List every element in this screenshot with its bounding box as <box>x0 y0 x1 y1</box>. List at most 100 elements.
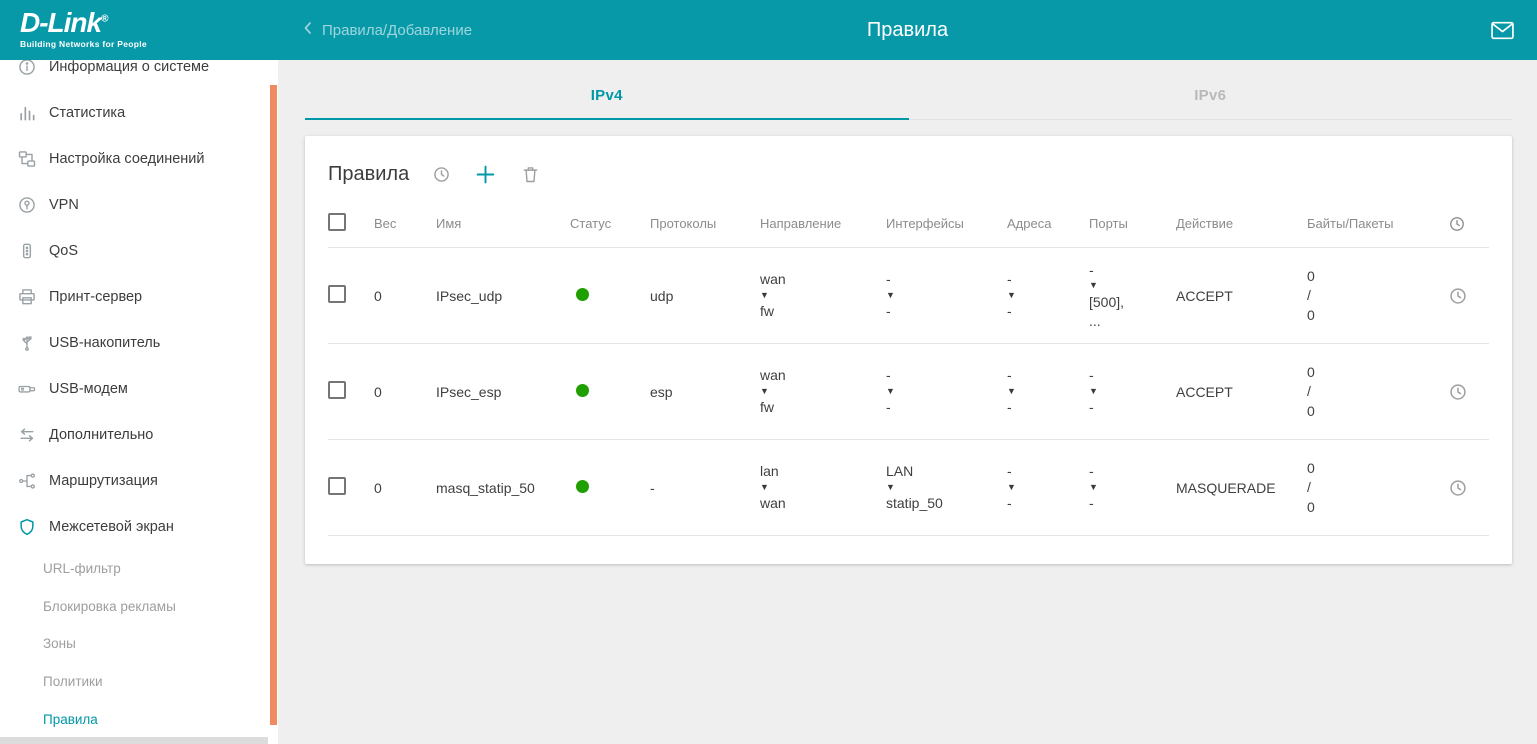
sidebar-subitem-ad-blocking[interactable]: Блокировка рекламы <box>0 588 278 626</box>
protocols-cell: esp <box>650 384 760 400</box>
sidebar-item-statistics[interactable]: Статистика <box>0 90 278 136</box>
sidebar-subitem-url-filter[interactable]: URL-фильтр <box>0 550 278 588</box>
col-status: Статус <box>570 216 650 231</box>
usb-drive-icon <box>16 332 38 354</box>
addresses-to: - <box>1007 302 1081 320</box>
row-schedule-icon[interactable] <box>1448 286 1489 306</box>
addresses-from: - <box>1007 270 1081 288</box>
interfaces-from: LAN <box>886 462 999 480</box>
rules-table: Вес Имя Статус Протоколы Направление Инт… <box>305 200 1512 536</box>
sidebar-item-firewall[interactable]: Межсетевой экран <box>0 504 278 550</box>
arrow-down-icon: ▼ <box>1089 386 1168 398</box>
interfaces-from: - <box>886 366 999 384</box>
action-cell: ACCEPT <box>1176 288 1307 304</box>
sidebar-item-advanced[interactable]: Дополнительно <box>0 412 278 458</box>
direction-from: lan <box>760 462 878 480</box>
sidebar-item-label: VPN <box>49 197 79 213</box>
bytes-value: 0 <box>1307 267 1440 285</box>
app-header: D-Link® Building Networks for People Пра… <box>0 0 1537 60</box>
row-checkbox[interactable] <box>328 285 346 303</box>
sidebar-item-connections[interactable]: Настройка соединений <box>0 136 278 182</box>
packets-value: 0 <box>1307 306 1440 324</box>
name-cell: masq_statip_50 <box>436 480 570 496</box>
interfaces-from: - <box>886 270 999 288</box>
back-chevron-icon <box>298 18 318 42</box>
packets-value: 0 <box>1307 402 1440 420</box>
table-header-row: Вес Имя Статус Протоколы Направление Инт… <box>328 200 1489 248</box>
sidebar-subitem-policies[interactable]: Политики <box>0 663 278 701</box>
qos-icon <box>16 240 38 262</box>
sidebar-item-vpn[interactable]: VPN <box>0 182 278 228</box>
table-row-ipsec-udp[interactable]: 0 IPsec_udp udp wan ▼ fw - ▼ - <box>328 248 1489 344</box>
arrow-down-icon: ▼ <box>760 290 878 302</box>
col-action: Действие <box>1176 216 1307 231</box>
sidebar-item-label: Настройка соединений <box>49 151 204 167</box>
bytes-separator: / <box>1307 286 1440 304</box>
tab-ipv6[interactable]: IPv6 <box>909 68 1513 119</box>
sidebar: Информация о системе Статистика Настройк… <box>0 60 278 744</box>
advanced-icon <box>16 424 38 446</box>
add-rule-button[interactable] <box>472 161 499 188</box>
delete-rule-button[interactable] <box>520 164 541 185</box>
direction-to: fw <box>760 398 878 416</box>
sidebar-item-system-info[interactable]: Информация о системе <box>0 60 278 90</box>
usb-modem-icon <box>16 378 38 400</box>
sidebar-subitem-rules[interactable]: Правила <box>0 700 278 738</box>
sidebar-item-print-server[interactable]: Принт-сервер <box>0 274 278 320</box>
interfaces-to: - <box>886 398 999 416</box>
sidebar-item-qos[interactable]: QoS <box>0 228 278 274</box>
weight-cell: 0 <box>374 384 436 400</box>
ports-cell: - ▼ - <box>1089 366 1176 416</box>
row-schedule-icon[interactable] <box>1448 382 1489 402</box>
sidebar-vertical-scrollbar[interactable] <box>270 85 277 725</box>
addresses-from: - <box>1007 366 1081 384</box>
sidebar-item-routing[interactable]: Маршрутизация <box>0 458 278 504</box>
bytes-packets-cell: 0 / 0 <box>1307 363 1448 420</box>
row-checkbox[interactable] <box>328 381 346 399</box>
status-enabled-dot <box>576 384 589 397</box>
interfaces-to: - <box>886 302 999 320</box>
col-name: Имя <box>436 216 570 231</box>
routing-icon <box>16 470 38 492</box>
ports-to: - <box>1089 494 1168 512</box>
bytes-packets-cell: 0 / 0 <box>1307 267 1448 324</box>
col-bytes-packets: Байты/Пакеты <box>1307 216 1448 231</box>
sidebar-subitem-zones[interactable]: Зоны <box>0 625 278 663</box>
bytes-value: 0 <box>1307 363 1440 381</box>
direction-to: wan <box>760 494 878 512</box>
row-checkbox[interactable] <box>328 477 346 495</box>
col-schedule-icon <box>1448 215 1489 233</box>
sidebar-item-label: Информация о системе <box>49 60 209 75</box>
sidebar-item-usb-storage[interactable]: USB-накопитель <box>0 320 278 366</box>
arrow-down-icon: ▼ <box>1007 482 1081 494</box>
sidebar-item-usb-modem[interactable]: USB-модем <box>0 366 278 412</box>
tab-ipv4[interactable]: IPv4 <box>305 68 909 119</box>
arrow-down-icon: ▼ <box>760 482 878 494</box>
arrow-down-icon: ▼ <box>1007 290 1081 302</box>
dlink-logo: D-Link® Building Networks for People <box>0 0 278 60</box>
sidebar-horizontal-scrollbar[interactable] <box>0 737 268 744</box>
table-row-ipsec-esp[interactable]: 0 IPsec_esp esp wan ▼ fw - ▼ - <box>328 344 1489 440</box>
card-header: Правила <box>305 136 1512 200</box>
table-row-masq-statip-50[interactable]: 0 masq_statip_50 - lan ▼ wan LAN ▼ stati… <box>328 440 1489 536</box>
addresses-to: - <box>1007 398 1081 416</box>
direction-to: fw <box>760 302 878 320</box>
breadcrumb[interactable]: Правила/Добавление <box>298 0 472 60</box>
ports-from: - <box>1089 366 1168 384</box>
col-interfaces: Интерфейсы <box>886 216 1007 231</box>
interfaces-cell: - ▼ - <box>886 366 1007 416</box>
schedule-icon[interactable] <box>432 165 451 184</box>
ports-from: - <box>1089 261 1168 279</box>
addresses-to: - <box>1007 494 1081 512</box>
mail-icon[interactable] <box>1490 18 1515 43</box>
direction-cell: lan ▼ wan <box>760 462 886 512</box>
status-enabled-dot <box>576 288 589 301</box>
col-ports: Порты <box>1089 216 1176 231</box>
addresses-cell: - ▼ - <box>1007 270 1089 320</box>
sidebar-item-label: Принт-сервер <box>49 289 142 305</box>
row-schedule-icon[interactable] <box>1448 478 1489 498</box>
col-direction: Направление <box>760 216 886 231</box>
select-all-checkbox[interactable] <box>328 213 346 231</box>
interfaces-to: statip_50 <box>886 494 999 512</box>
name-cell: IPsec_esp <box>436 384 570 400</box>
